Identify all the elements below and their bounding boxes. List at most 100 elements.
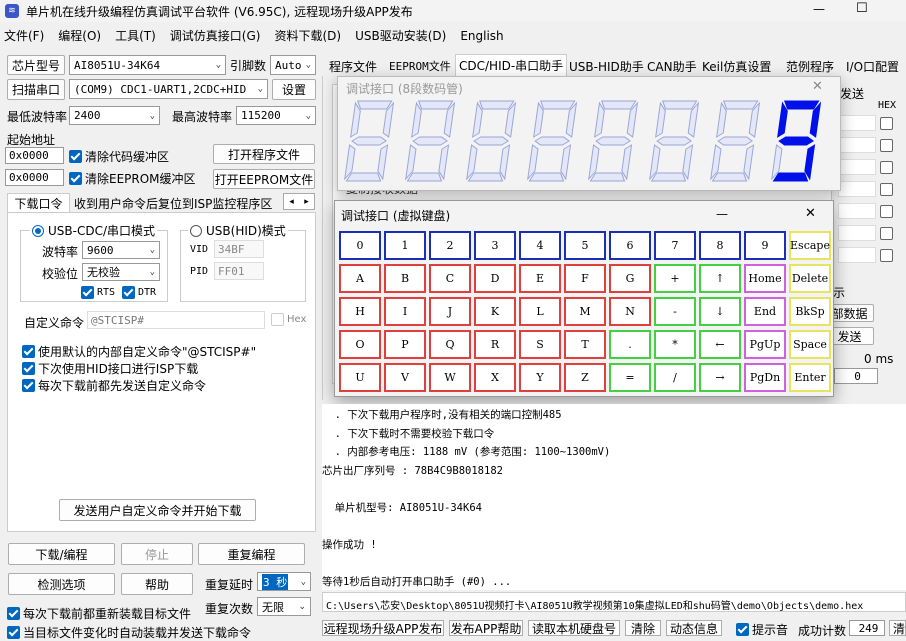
key-0-3[interactable]: 3 [474,231,516,260]
dynamic-info-button[interactable]: 动态信息 [666,620,722,636]
open-eeprom-file-button[interactable]: 打开EEPROM文件 [213,169,315,189]
key-2-10[interactable]: BkSp [789,297,831,326]
key-3-0[interactable]: O [339,330,381,359]
key-1-3[interactable]: D [474,264,516,293]
tab-program-file[interactable]: 程序文件 [326,56,380,76]
key-0-6[interactable]: 6 [609,231,651,260]
min-baud-select[interactable]: 2400 ⌄ [69,106,160,125]
key-0-4[interactable]: 4 [519,231,561,260]
settings-button[interactable]: 设置 [272,79,316,100]
counter-field[interactable]: 0 [834,368,878,384]
tab-reset-isp[interactable]: 收到用户命令后复位到ISP监控程序区 [74,195,272,212]
hid-mode-radio[interactable]: USB(HID)模式 [188,222,288,239]
max-baud-select[interactable]: 115200 ⌄ [236,106,316,125]
open-program-file-button[interactable]: 打开程序文件 [213,144,315,164]
key-2-4[interactable]: L [519,297,561,326]
key-3-3[interactable]: R [474,330,516,359]
tab-cdc-hid-serial[interactable]: CDC/HID-串口助手 [455,54,568,76]
key-4-6[interactable]: = [609,363,651,392]
key-3-1[interactable]: P [384,330,426,359]
key-2-9[interactable]: End [744,297,786,326]
key-1-2[interactable]: C [429,264,471,293]
key-0-0[interactable]: 0 [339,231,381,260]
key-0-2[interactable]: 2 [429,231,471,260]
key-4-8[interactable]: → [699,363,741,392]
custom-command-field[interactable]: @STCISP# [87,311,265,329]
scan-port-button[interactable]: 扫描串口 [7,79,65,100]
clear-count-button[interactable]: 清零 [889,620,906,636]
send-custom-command-button[interactable]: 发送用户自定义命令并开始下载 [59,499,256,521]
maximize-button[interactable]: ☐ [856,1,868,16]
keyboard-minimize-button[interactable]: — [716,207,728,221]
key-3-8[interactable]: ← [699,330,741,359]
key-1-9[interactable]: Home [744,264,786,293]
eeprom-start-address[interactable]: 0x0000 [5,169,64,186]
dtr-checkbox[interactable]: DTR [122,286,156,299]
publish-help-button[interactable]: 发布APP帮助 [449,620,523,636]
send-command-before-download-checkbox[interactable]: 每次下载前都先发送自定义命令 [22,377,206,394]
pins-select[interactable]: Auto ⌄ [270,55,316,75]
tab-download-password[interactable]: 下载口令 [7,193,70,213]
use-hid-isp-checkbox[interactable]: 下次使用HID接口进行ISP下载 [22,360,198,377]
keyboard-close-button[interactable]: ✕ [805,206,816,221]
hex-checkbox[interactable]: Hex [271,313,306,326]
menu-tools[interactable]: 工具(T) [115,29,156,43]
menu-debug[interactable]: 调试仿真接口(G) [170,29,261,43]
key-4-1[interactable]: V [384,363,426,392]
menu-download[interactable]: 资料下载(D) [274,29,341,43]
menu-file[interactable]: 文件(F) [4,29,44,43]
key-2-7[interactable]: - [654,297,696,326]
read-disk-id-button[interactable]: 读取本机硬盘号 [528,620,620,636]
key-1-1[interactable]: B [384,264,426,293]
key-3-5[interactable]: T [564,330,606,359]
key-0-9[interactable]: 9 [744,231,786,260]
auto-load-checkbox[interactable]: 当目标文件变化时自动装载并发送下载命令 [7,624,251,641]
mcu-type-select[interactable]: AI8051U-34K64 ⌄ [69,55,226,75]
repeat-count-select[interactable]: 无限 ⌄ [257,597,311,616]
key-1-6[interactable]: G [609,264,651,293]
key-3-10[interactable]: Space [789,330,831,359]
key-2-3[interactable]: K [474,297,516,326]
clear-eeprom-buffer-checkbox[interactable]: 清除EEPROM缓冲区 [69,170,196,187]
key-1-7[interactable]: + [654,264,696,293]
tab-keil-sim[interactable]: Keil仿真设置 [699,56,774,76]
menu-usb-driver[interactable]: USB驱动安装(D) [355,29,446,43]
key-2-5[interactable]: M [564,297,606,326]
key-0-7[interactable]: 7 [654,231,696,260]
key-4-5[interactable]: Z [564,363,606,392]
tab-io-config[interactable]: I/O口配置 [843,56,902,76]
clear-code-buffer-checkbox[interactable]: 清除代码缓冲区 [69,148,169,165]
key-2-1[interactable]: I [384,297,426,326]
key-3-9[interactable]: PgUp [744,330,786,359]
key-0-10[interactable]: Escape [789,231,831,260]
menu-english[interactable]: English [460,29,503,43]
key-2-2[interactable]: J [429,297,471,326]
repeat-delay-select[interactable]: 3 秒 ⌄ [257,572,311,591]
key-4-9[interactable]: PgDn [744,363,786,392]
download-program-button[interactable]: 下载/编程 [8,543,115,565]
key-2-0[interactable]: H [339,297,381,326]
tab-usb-hid[interactable]: USB-HID助手 [566,56,647,76]
key-4-10[interactable]: Enter [789,363,831,392]
port-select[interactable]: (COM9) CDC1-UART1,2CDC+HID ⌄ [69,79,268,99]
menu-program[interactable]: 编程(O) [58,29,101,43]
help-button[interactable]: 帮助 [121,573,193,595]
check-options-button[interactable]: 检测选项 [8,573,115,595]
key-4-4[interactable]: Y [519,363,561,392]
key-3-6[interactable]: . [609,330,651,359]
key-1-8[interactable]: ↑ [699,264,741,293]
key-3-7[interactable]: * [654,330,696,359]
key-3-2[interactable]: Q [429,330,471,359]
minimize-button[interactable]: — [813,2,825,16]
tab-scroll-arrows[interactable]: ◂ ▸ [283,193,315,210]
baud-select[interactable]: 9600 ⌄ [82,241,160,259]
code-start-address[interactable]: 0x0000 [5,147,64,164]
key-1-4[interactable]: E [519,264,561,293]
key-3-4[interactable]: S [519,330,561,359]
tab-can[interactable]: CAN助手 [644,56,700,76]
key-1-0[interactable]: A [339,264,381,293]
key-4-2[interactable]: W [429,363,471,392]
key-0-1[interactable]: 1 [384,231,426,260]
remote-upgrade-button[interactable]: 远程现场升级APP发布 [322,620,444,636]
use-default-command-checkbox[interactable]: 使用默认的内部自定义命令"@STCISP#" [22,343,256,360]
